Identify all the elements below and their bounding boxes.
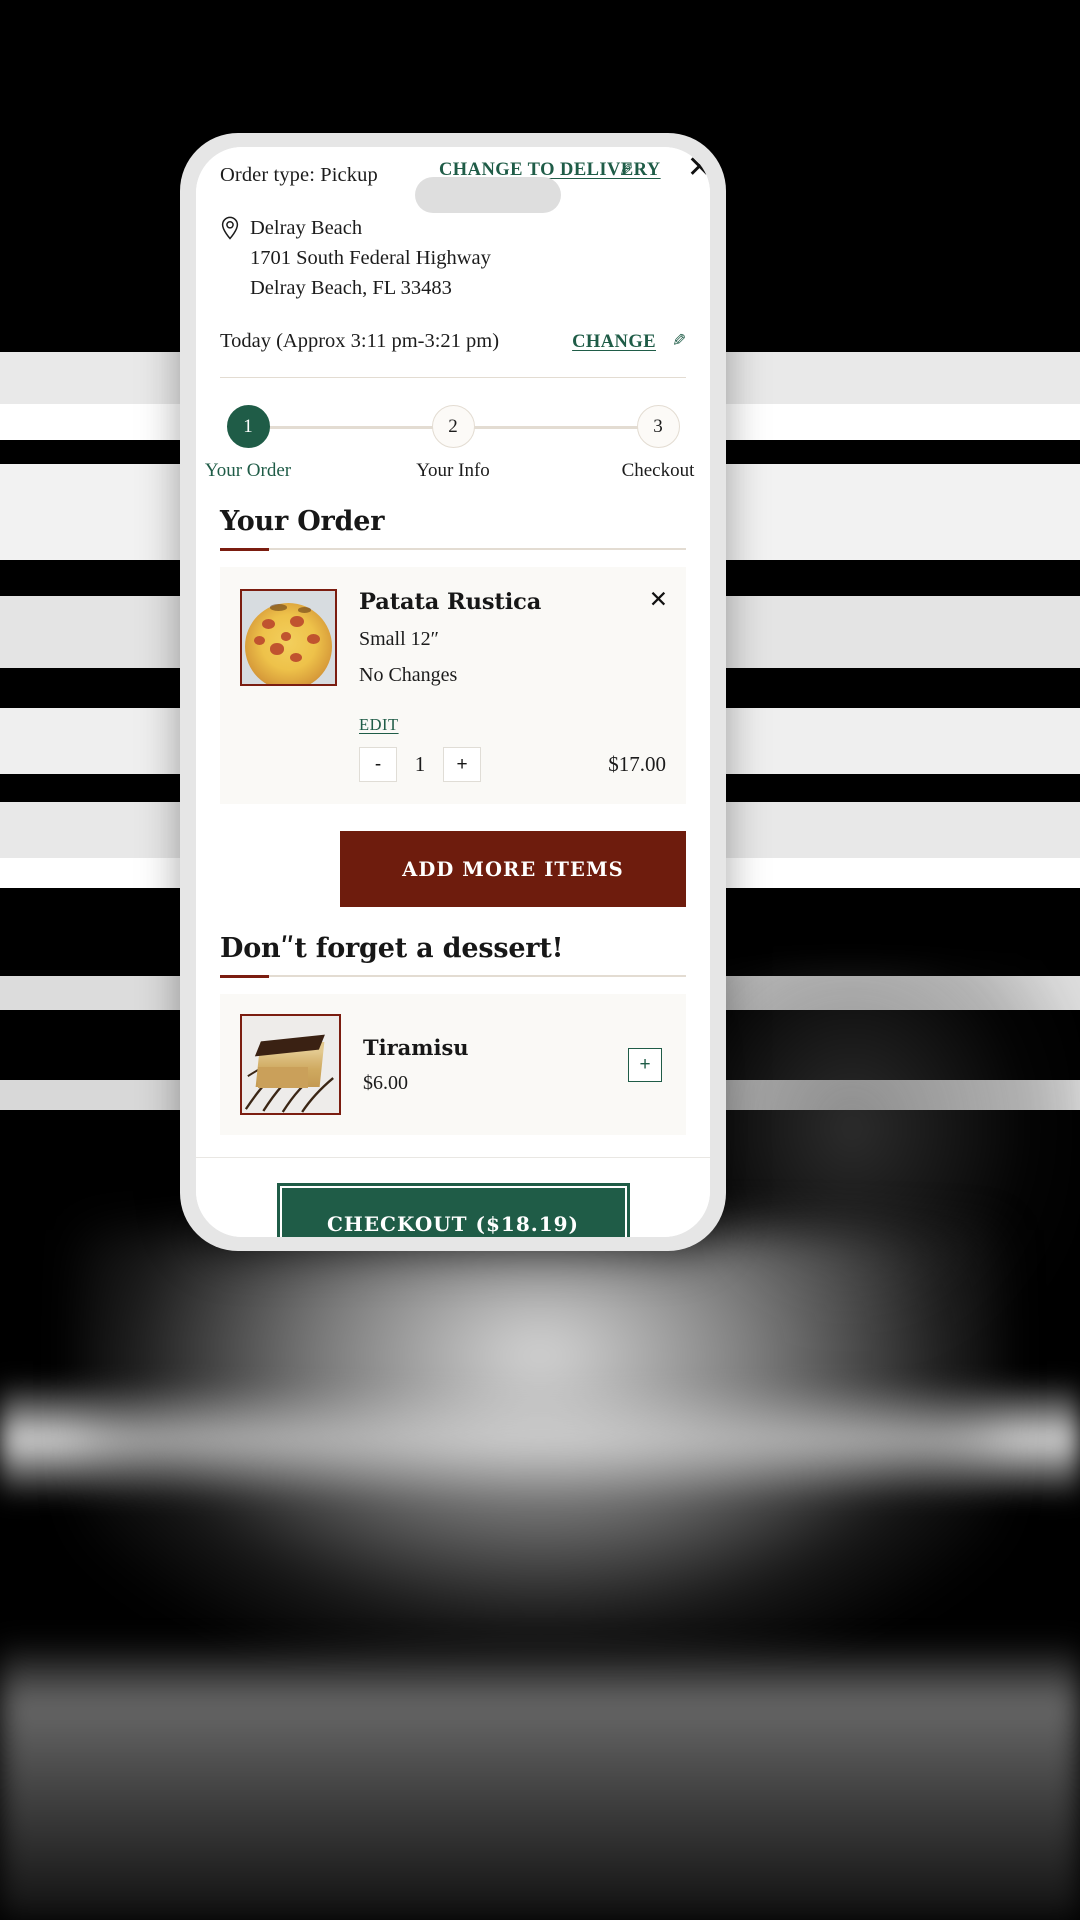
header-divider: [220, 377, 686, 379]
patata-rustica-pizza-image: [242, 591, 335, 685]
order-type-header: Order type: Pickup CHANGE TO DELIVERY ✎ …: [220, 147, 710, 213]
order-item-changes: No Changes: [359, 664, 458, 687]
store-address-lines: Delray Beach 1701 South Federal Highway …: [250, 213, 491, 303]
background-bottom-glow: [80, 1230, 1000, 1650]
store-address-block: Delray Beach 1701 South Federal Highway …: [220, 213, 686, 303]
map-pin-icon: [220, 213, 240, 303]
order-item-name: Patata Rustica: [359, 589, 542, 616]
stepper-label-1: Your Order: [204, 460, 292, 482]
stepper-circle-3: 3: [636, 405, 680, 449]
phone-screen: Order type: Pickup CHANGE TO DELIVERY ✎ …: [196, 147, 710, 1237]
stepper-step-your-info[interactable]: 2 Your Info: [407, 405, 499, 482]
redaction-overlay: [415, 177, 561, 213]
order-item-price: $17.00: [608, 752, 666, 777]
store-street: 1701 South Federal Highway: [250, 247, 491, 270]
dessert-title: Donʺt forget a dessert!: [220, 933, 564, 965]
dessert-item-price: $6.00: [363, 1071, 408, 1094]
dessert-section-header: Donʺt forget a dessert!: [220, 933, 686, 978]
dessert-item-details: Tiramisu $6.00: [363, 1035, 606, 1095]
change-time-link[interactable]: CHANGE: [572, 332, 656, 353]
tiramisu-dessert-image: [242, 1016, 339, 1114]
add-dessert-button[interactable]: +: [628, 1047, 662, 1082]
stepper-label-3: Checkout: [621, 460, 695, 482]
stepper-circle-1: 1: [226, 405, 270, 449]
checkout-button[interactable]: CHECKOUT ($18.19): [276, 1183, 630, 1237]
checkout-progress-stepper: 1 Your Order 2 Your Info 3 Checkout: [205, 405, 694, 483]
order-item-size: Small 12″: [359, 628, 439, 651]
checkout-screen: Order type: Pickup CHANGE TO DELIVERY ✎ …: [196, 147, 710, 1237]
order-type-label: Order type: Pickup: [220, 164, 378, 186]
section-rule: [220, 975, 686, 978]
pickup-time-text: Today (Approx 3:11 pm-3:21 pm): [220, 330, 500, 353]
add-more-items-row: ADD MORE ITEMS: [220, 831, 686, 908]
dessert-item-thumbnail: [240, 1014, 341, 1116]
quantity-decrease-button[interactable]: -: [359, 747, 397, 783]
background-bottom-band: [0, 1640, 1080, 1920]
dessert-item-name: Tiramisu: [363, 1034, 469, 1060]
quantity-stepper: - 1 + $17.00: [359, 747, 666, 783]
stepper-label-2: Your Info: [416, 460, 490, 482]
quantity-increase-button[interactable]: +: [443, 747, 481, 783]
your-order-section-header: Your Order: [220, 506, 686, 551]
your-order-title: Your Order: [220, 506, 385, 538]
pencil-icon[interactable]: ✎: [619, 161, 633, 181]
stepper-circle-2: 2: [431, 405, 475, 449]
dessert-item-card[interactable]: Tiramisu $6.00 +: [220, 994, 686, 1136]
pickup-time-row: Today (Approx 3:11 pm-3:21 pm) CHANGE ✎: [220, 330, 686, 353]
store-name: Delray Beach: [250, 217, 363, 239]
remove-item-icon[interactable]: ✕: [649, 588, 668, 611]
stepper-step-checkout[interactable]: 3 Checkout: [612, 405, 704, 482]
stepper-step-your-order[interactable]: 1 Your Order: [202, 405, 294, 482]
order-item-card: Patata Rustica Small 12″ No Changes ✕ ED…: [220, 567, 686, 805]
close-icon[interactable]: ✕: [687, 153, 710, 183]
quantity-value: 1: [414, 752, 426, 777]
order-item-thumbnail: [240, 589, 337, 687]
section-rule: [220, 548, 686, 551]
order-item-details: Patata Rustica Small 12″ No Changes ✕ ED…: [359, 588, 668, 783]
add-more-items-button[interactable]: ADD MORE ITEMS: [340, 831, 686, 908]
checkout-footer: CHECKOUT ($18.19): [196, 1158, 710, 1237]
edit-item-link[interactable]: EDIT: [359, 715, 399, 735]
store-city-state-zip: Delray Beach, FL 33483: [250, 277, 452, 300]
pencil-icon[interactable]: ✎: [672, 331, 686, 351]
